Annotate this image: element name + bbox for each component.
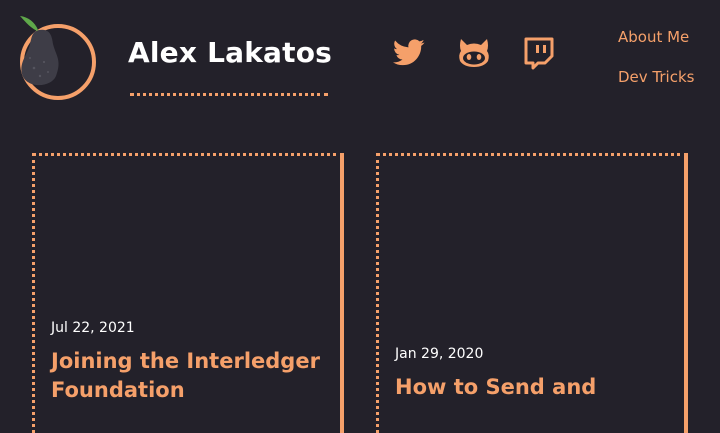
nav-dev-tricks[interactable]: Dev Tricks [618,67,694,87]
post-title[interactable]: Joining the Interledger Foundation [51,347,341,405]
twitch-icon[interactable] [522,36,556,70]
post-title[interactable]: How to Send and [395,373,685,402]
post-date: Jan 29, 2020 [395,346,484,362]
title-underline-divider [130,93,328,96]
post-card[interactable]: Jan 29, 2020 How to Send and [376,153,688,433]
nav-about-me[interactable]: About Me [618,27,689,47]
site-title[interactable]: Alex Lakatos [128,34,332,72]
site-logo[interactable] [18,14,100,104]
post-card[interactable]: Jul 22, 2021 Joining the Interledger Fou… [32,153,344,433]
twitter-icon[interactable] [392,36,426,70]
post-date: Jul 22, 2021 [51,320,135,336]
github-icon[interactable] [457,36,491,70]
